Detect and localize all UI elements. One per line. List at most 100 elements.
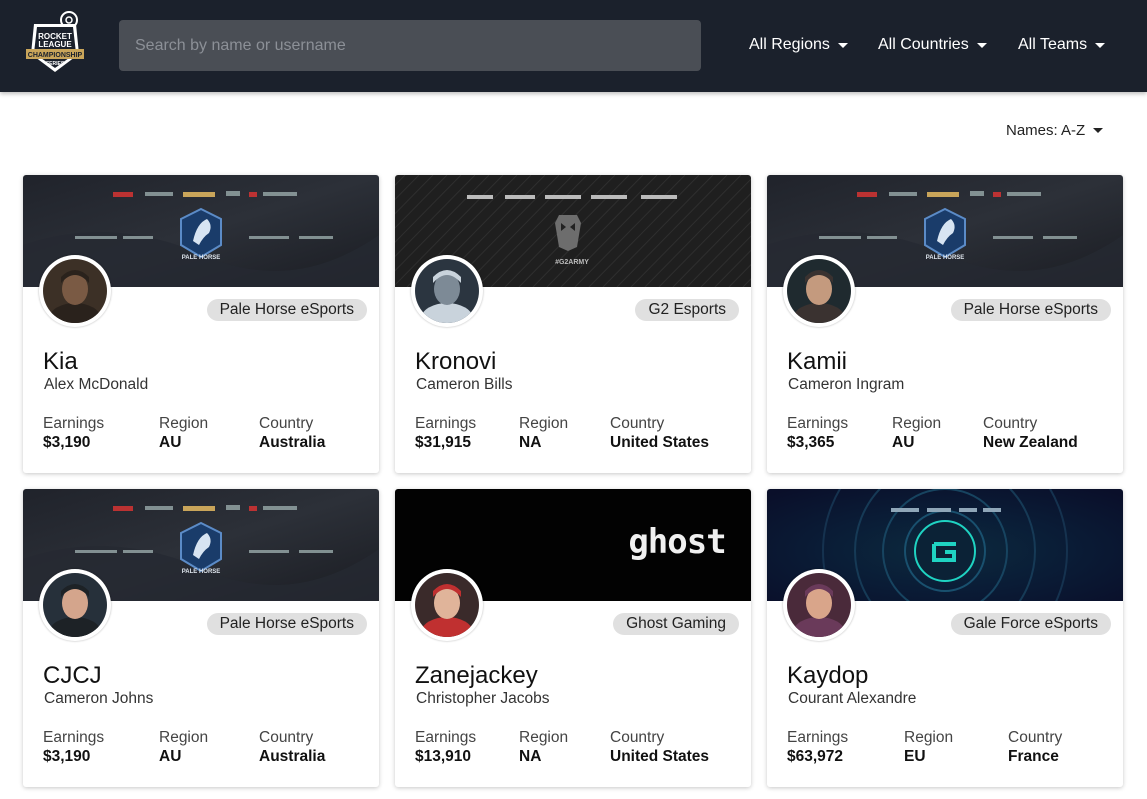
filter-regions-label: All Regions [749,36,830,53]
region-label: Region [159,729,209,746]
earnings-value: $3,365 [787,434,835,451]
player-avatar [39,255,111,327]
country-value: United States [610,434,710,451]
player-gamertag: Zanejackey [415,662,538,689]
team-chip[interactable]: G2 Esports [635,299,739,321]
earnings-value: $31,915 [415,434,472,451]
search-input[interactable] [119,20,701,71]
svg-text:ghost: ghost [628,522,725,562]
earnings-label: Earnings [787,415,849,432]
earnings-stat: Earnings $31,915 [415,415,476,452]
player-gamertag: Kamii [787,348,848,375]
country-value: Australia [259,434,326,451]
region-label: Region [904,729,954,746]
svg-text:CHAMPIONSHIP: CHAMPIONSHIP [28,52,83,59]
region-value: NA [519,434,542,451]
earnings-label: Earnings [787,729,849,746]
region-value: NA [519,748,542,765]
team-chip[interactable]: Pale Horse eSports [206,299,367,321]
country-stat: Country France [1008,729,1062,766]
country-stat: Country New Zealand [983,415,1078,452]
player-avatar [411,255,483,327]
svg-text:PALE HORSE: PALE HORSE [926,255,965,261]
earnings-stat: Earnings $3,190 [43,729,104,766]
filter-teams-label: All Teams [1018,36,1088,53]
region-stat: Region AU [159,729,208,766]
earnings-label: Earnings [43,415,105,432]
region-label: Region [519,415,569,432]
earnings-value: $13,910 [415,748,472,765]
sort-dropdown[interactable]: Names: A-Z [1006,122,1104,139]
filter-teams-dropdown[interactable]: All Teams [1018,33,1106,57]
player-card[interactable]: ghost Ghost Gaming Zanejackey Christophe… [395,489,751,787]
player-avatar [39,569,111,641]
player-real-name: Cameron Bills [416,376,513,393]
filter-regions-dropdown[interactable]: All Regions [749,33,848,57]
player-real-name: Cameron Ingram [788,376,905,393]
player-avatar [783,569,855,641]
player-gamertag: CJCJ [43,662,102,689]
country-label: Country [610,729,665,746]
team-chip[interactable]: Ghost Gaming [613,613,739,635]
earnings-stat: Earnings $3,365 [787,415,848,452]
region-label: Region [892,415,942,432]
country-label: Country [1008,729,1063,746]
player-real-name: Courant Alexandre [788,690,917,707]
region-label: Region [159,415,209,432]
player-avatar [783,255,855,327]
earnings-value: $3,190 [43,434,91,451]
country-stat: Country United States [610,729,709,766]
player-gamertag: Kaydop [787,662,869,689]
player-avatar-image [43,573,107,637]
earnings-value: $63,972 [787,748,844,765]
svg-text:PALE HORSE: PALE HORSE [182,255,221,261]
region-value: AU [159,434,182,451]
player-card[interactable]: PALE HORSE Pale Horse eSports CJCJ Camer… [23,489,379,787]
caret-down-icon [1095,42,1106,48]
filter-countries-dropdown[interactable]: All Countries [878,33,987,57]
region-stat: Region AU [159,415,208,452]
country-label: Country [259,729,314,746]
player-card[interactable]: Gale Force eSports Kaydop Courant Alexan… [767,489,1123,787]
country-label: Country [610,415,665,432]
earnings-label: Earnings [415,415,477,432]
player-avatar-image [787,259,851,323]
earnings-label: Earnings [43,729,105,746]
player-avatar-image [787,573,851,637]
player-avatar-image [415,259,479,323]
country-stat: Country Australia [259,415,325,452]
player-card[interactable]: PALE HORSE Pale Horse eSports Kamii Came… [767,175,1123,473]
region-stat: Region AU [892,415,941,452]
caret-down-icon [976,42,987,48]
player-real-name: Alex McDonald [44,376,149,393]
earnings-stat: Earnings $13,910 [415,729,476,766]
player-card[interactable]: PALE HORSE Pale Horse eSports Kia Alex M… [23,175,379,473]
country-value: Australia [259,748,326,765]
country-label: Country [983,415,1038,432]
filter-countries-label: All Countries [878,36,969,53]
country-value: New Zealand [983,434,1078,451]
region-stat: Region EU [904,729,953,766]
player-avatar-image [415,573,479,637]
country-label: Country [259,415,314,432]
svg-text:PALE HORSE: PALE HORSE [182,569,221,575]
team-chip[interactable]: Pale Horse eSports [206,613,367,635]
region-value: AU [159,748,182,765]
earnings-value: $3,190 [43,748,91,765]
rlcs-logo[interactable]: ROCKET LEAGUE CHAMPIONSHIP SERIES [22,10,88,76]
country-stat: Country Australia [259,729,325,766]
caret-down-icon [837,42,848,48]
region-stat: Region NA [519,415,568,452]
team-chip[interactable]: Gale Force eSports [950,613,1111,635]
player-avatar [411,569,483,641]
team-chip[interactable]: Pale Horse eSports [950,299,1111,321]
sort-label: Names: A-Z [1006,122,1086,139]
country-value: France [1008,748,1059,765]
player-gamertag: Kia [43,348,78,375]
earnings-stat: Earnings $3,190 [43,415,104,452]
player-card[interactable]: #G2ARMY G2 Esports Kronovi Cameron Bills… [395,175,751,473]
caret-down-icon [1093,128,1104,133]
svg-text:LEAGUE: LEAGUE [38,40,72,49]
player-gamertag: Kronovi [415,348,497,375]
region-label: Region [519,729,569,746]
